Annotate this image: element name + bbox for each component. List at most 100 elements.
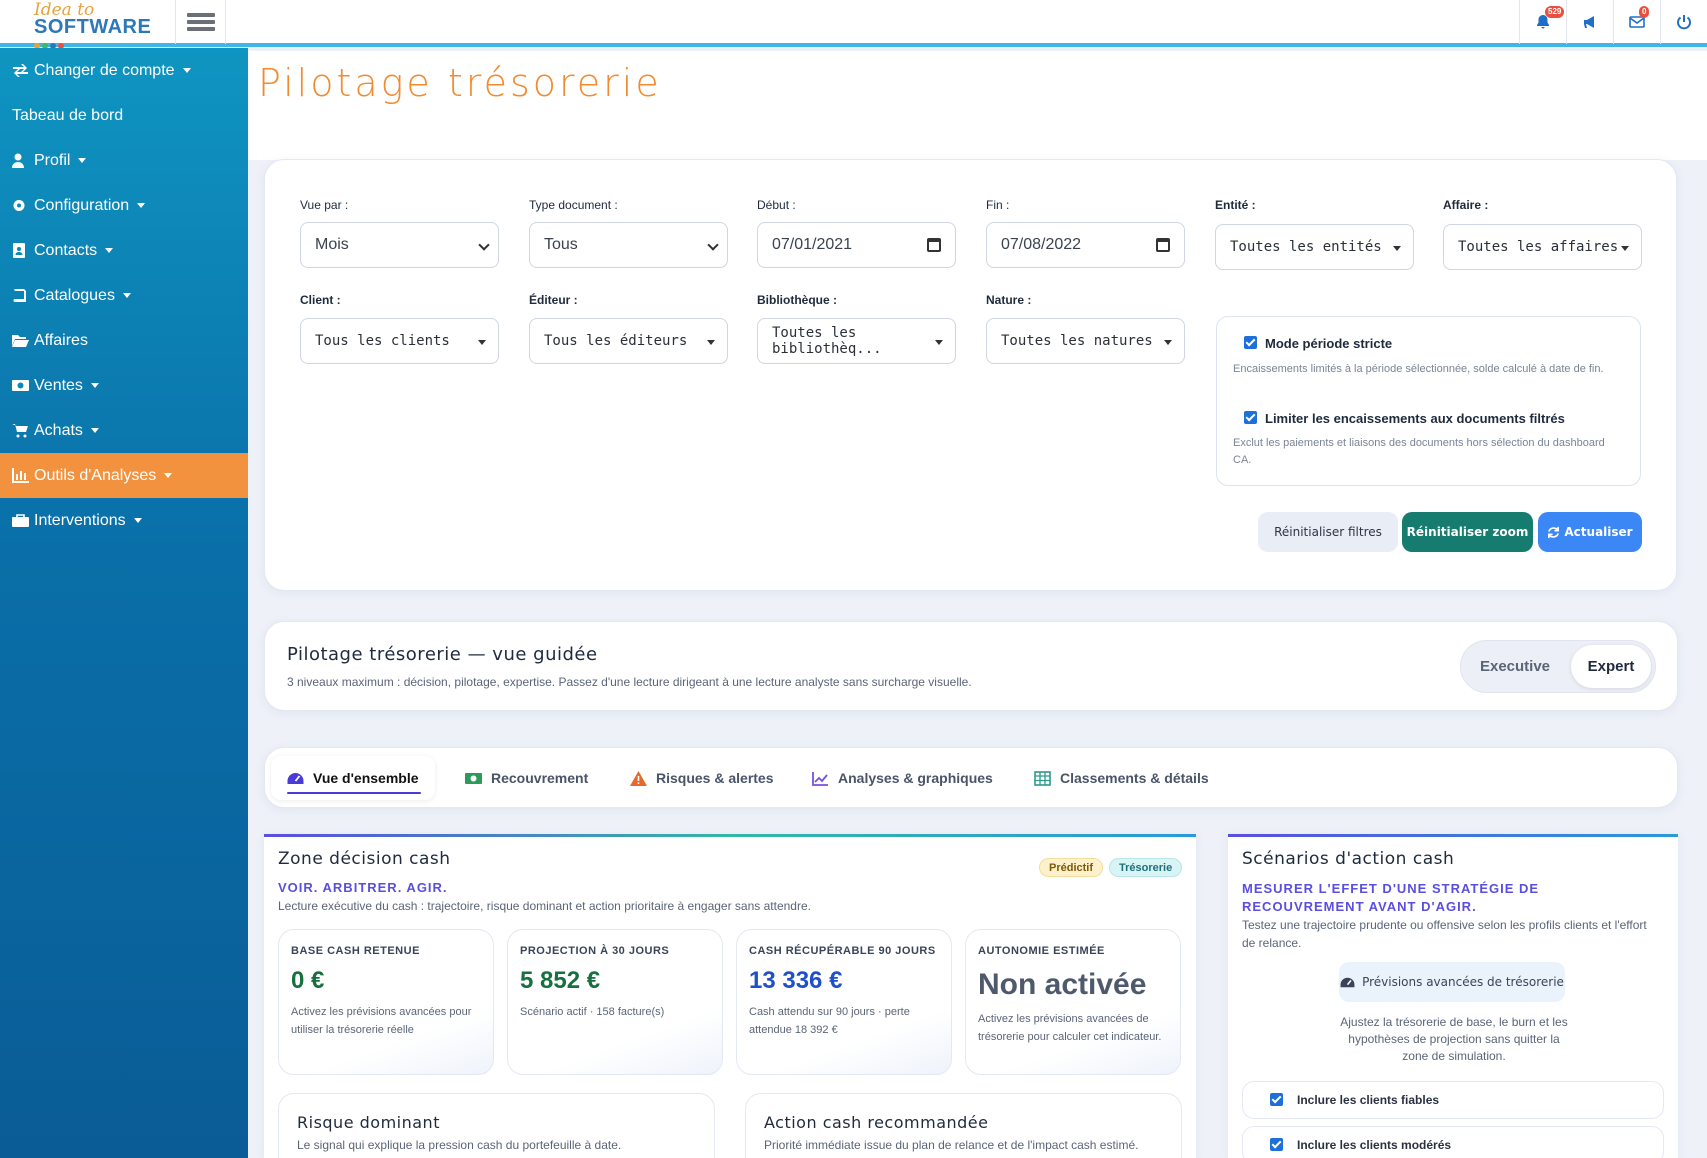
bibliotheque-select[interactable]: Toutes les bibliothèq... xyxy=(757,318,956,364)
kpi-card-base-cash: BASE CASH RETENUE 0 € Activez les prévis… xyxy=(278,929,494,1075)
guided-title: Pilotage trésorerie — vue guidée xyxy=(287,644,598,665)
sidebar-item-outils-analyses[interactable]: Outils d'Analyses xyxy=(0,453,248,498)
nature-select[interactable]: Toutes les natures xyxy=(986,318,1185,364)
tab-label: Classements & détails xyxy=(1060,770,1209,786)
chevron-down-icon xyxy=(478,239,490,251)
sidebar-item-label: Outils d'Analyses xyxy=(34,466,157,484)
kpi-description: Activez les prévisions avancées pour uti… xyxy=(291,1006,472,1036)
kpi-card-autonomie: AUTONOMIE ESTIMÉE Non activée Activez le… xyxy=(965,929,1181,1075)
bullhorn-icon xyxy=(1584,16,1594,28)
clients-moderes-checkbox[interactable] xyxy=(1270,1138,1283,1151)
nature-label: Nature : xyxy=(986,293,1032,307)
zone-kicker: VOIR. ARBITRER. AGIR. xyxy=(278,880,448,895)
announcements-button[interactable] xyxy=(1566,0,1613,44)
sidebar-item-catalogues[interactable]: Catalogues xyxy=(0,273,248,318)
sidebar-item-ventes[interactable]: Ventes xyxy=(0,363,248,408)
guided-subtitle: 3 niveaux maximum : décision, pilotage, … xyxy=(287,675,972,689)
logout-button[interactable] xyxy=(1660,0,1707,44)
page-header: Pilotage trésorerie xyxy=(248,51,1707,160)
affaire-value: Toutes les affaires xyxy=(1458,239,1619,255)
kpi-value: Non activée xyxy=(978,968,1147,1001)
bibliotheque-value: Toutes les bibliothèq... xyxy=(772,325,882,357)
sidebar-item-affaires[interactable]: Affaires xyxy=(0,318,248,363)
kpi-card-cash-recuperable: CASH RÉCUPÉRABLE 90 JOURS 13 336 € Cash … xyxy=(736,929,952,1075)
sidebar-item-label: Affaires xyxy=(34,331,88,349)
editeur-label: Éditeur : xyxy=(529,293,578,307)
calendar-icon[interactable] xyxy=(927,238,941,252)
kpi-value: 0 € xyxy=(291,967,325,994)
entite-select[interactable]: Toutes les entités xyxy=(1215,224,1414,270)
mode-periode-stricte-checkbox[interactable] xyxy=(1244,336,1257,349)
tab-analyses-graphiques[interactable]: Analyses & graphiques xyxy=(812,756,993,800)
guided-view-card: Pilotage trésorerie — vue guidée 3 nivea… xyxy=(264,621,1678,711)
kpi-label: PROJECTION À 30 JOURS xyxy=(520,945,670,957)
sidebar-item-interventions[interactable]: Interventions xyxy=(0,498,248,543)
power-icon xyxy=(1677,15,1691,30)
fin-date-input[interactable]: 07/08/2022 xyxy=(986,222,1185,268)
risque-dominant-desc: Le signal qui explique la pression cash … xyxy=(297,1138,622,1152)
tab-vue-ensemble[interactable]: Vue d'ensemble xyxy=(271,756,435,800)
editeur-value: Tous les éditeurs xyxy=(544,333,688,349)
chevron-down-icon xyxy=(707,239,719,251)
kpi-description: Activez les prévisions avancées de tréso… xyxy=(978,1013,1162,1043)
book-icon xyxy=(13,289,26,302)
affaire-select[interactable]: Toutes les affaires xyxy=(1443,224,1642,270)
client-select[interactable]: Tous les clients xyxy=(300,318,499,364)
tab-recouvrement[interactable]: Recouvrement xyxy=(465,756,588,800)
tab-label: Risques & alertes xyxy=(656,770,774,786)
tresorerie-badge: Trésorerie xyxy=(1109,858,1183,877)
vue-par-select[interactable]: Mois xyxy=(300,222,499,268)
previsions-avancees-label: Prévisions avancées de trésorerie xyxy=(1362,975,1564,989)
address-book-icon xyxy=(13,243,25,258)
caret-down-icon xyxy=(90,383,99,388)
caret-down-icon xyxy=(137,203,146,208)
caret-down-icon xyxy=(164,473,173,478)
limiter-encaissements-label: Limiter les encaissements aux documents … xyxy=(1265,411,1565,426)
calendar-icon[interactable] xyxy=(1156,238,1170,252)
editeur-select[interactable]: Tous les éditeurs xyxy=(529,318,728,364)
sidebar-item-changer-compte[interactable]: Changer de compte xyxy=(0,48,248,93)
previsions-avancees-button[interactable]: Prévisions avancées de trésorerie xyxy=(1339,962,1565,1002)
sidebar: Changer de compte Tabeau de bord Profil … xyxy=(0,48,248,1158)
hamburger-menu-icon[interactable] xyxy=(176,0,226,44)
messages-button[interactable]: 0 xyxy=(1613,0,1660,44)
sidebar-item-label: Tabeau de bord xyxy=(12,106,124,124)
sidebar-item-tableau-de-bord[interactable]: Tabeau de bord xyxy=(0,93,248,138)
sidebar-item-configuration[interactable]: Configuration xyxy=(0,183,248,228)
caret-down-icon xyxy=(935,340,943,345)
dashboard-icon xyxy=(287,772,304,784)
tab-classements-details[interactable]: Classements & détails xyxy=(1034,756,1209,800)
warning-icon xyxy=(630,770,647,786)
entite-value: Toutes les entités xyxy=(1230,239,1382,255)
type-document-select[interactable]: Tous xyxy=(529,222,728,268)
reset-filters-button[interactable]: Réinitialiser filtres xyxy=(1258,512,1398,552)
money-icon xyxy=(465,772,482,784)
mode-executive-option[interactable]: Executive xyxy=(1475,641,1555,692)
sidebar-item-contacts[interactable]: Contacts xyxy=(0,228,248,273)
sidebar-item-label: Ventes xyxy=(34,376,83,394)
tab-risques-alertes[interactable]: Risques & alertes xyxy=(630,756,774,800)
debut-date-input[interactable]: 07/01/2021 xyxy=(757,222,956,268)
reset-zoom-button[interactable]: Réinitialiser zoom xyxy=(1402,512,1533,552)
money-icon xyxy=(12,380,29,391)
clients-moderes-label: Inclure les clients modérés xyxy=(1297,1138,1452,1152)
refresh-button[interactable]: Actualiser xyxy=(1538,512,1642,552)
bar-chart-icon xyxy=(12,468,29,483)
logo[interactable]: Idea to SOFTWARE xyxy=(0,0,176,49)
sidebar-item-achats[interactable]: Achats xyxy=(0,408,248,453)
risque-dominant-card: Risque dominant Le signal qui explique l… xyxy=(278,1093,715,1158)
zone-description: Lecture exécutive du cash : trajectoire,… xyxy=(278,899,811,913)
notifications-button[interactable]: 529 xyxy=(1519,0,1566,44)
refresh-label: Actualiser xyxy=(1564,525,1633,539)
affaire-label: Affaire : xyxy=(1443,198,1489,212)
caret-down-icon xyxy=(122,293,131,298)
clients-fiables-checkbox[interactable] xyxy=(1270,1093,1283,1106)
caret-down-icon xyxy=(478,340,486,345)
view-mode-toggle: Executive Expert xyxy=(1460,640,1656,693)
limiter-encaissements-checkbox[interactable] xyxy=(1244,411,1257,424)
mode-expert-option[interactable]: Expert xyxy=(1571,645,1651,688)
sidebar-item-profil[interactable]: Profil xyxy=(0,138,248,183)
sidebar-item-label: Catalogues xyxy=(34,286,115,304)
kpi-value: 5 852 € xyxy=(520,967,601,994)
type-document-value: Tous xyxy=(544,236,578,253)
